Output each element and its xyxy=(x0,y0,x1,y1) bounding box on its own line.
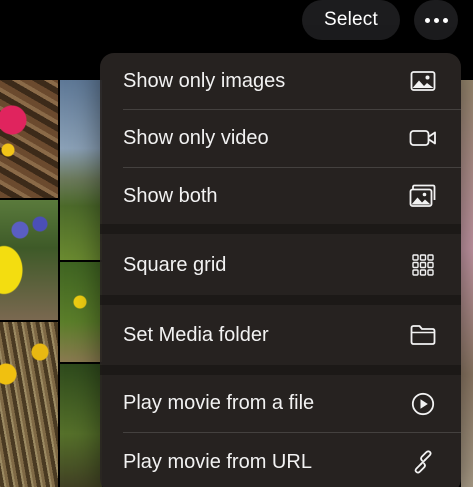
photo-thumbnail[interactable] xyxy=(60,262,102,362)
menu-section-gap xyxy=(100,224,461,234)
photo-thumbnail[interactable] xyxy=(60,80,102,260)
folder-icon xyxy=(409,321,437,349)
menu-item-label: Play movie from URL xyxy=(123,450,312,473)
photo-thumbnail[interactable] xyxy=(461,80,473,487)
photo-icon xyxy=(409,67,437,95)
photo-thumbnail[interactable] xyxy=(0,80,58,198)
photo-stack-icon xyxy=(409,182,437,210)
menu-item-label: Play movie from a file xyxy=(123,392,315,414)
select-button[interactable]: Select xyxy=(302,0,400,40)
link-icon xyxy=(409,448,437,476)
menu-section-gap xyxy=(100,295,461,305)
menu-item-show-both[interactable]: Show both xyxy=(100,168,461,224)
photo-thumbnail[interactable] xyxy=(60,364,102,487)
options-menu: Show only images Show only video Show bo… xyxy=(100,53,461,487)
menu-item-play-movie-from-file[interactable]: Play movie from a file xyxy=(100,375,461,432)
photo-thumbnail[interactable] xyxy=(0,200,58,320)
play-circle-icon xyxy=(409,390,437,418)
menu-item-show-only-video[interactable]: Show only video xyxy=(100,110,461,166)
grid-icon xyxy=(409,251,437,279)
menu-section-gap xyxy=(100,365,461,375)
menu-item-label: Show only images xyxy=(123,69,286,92)
menu-item-label: Show both xyxy=(123,184,218,207)
ellipsis-icon xyxy=(424,17,430,23)
ellipsis-icon xyxy=(442,17,448,23)
ellipsis-icon xyxy=(433,17,439,23)
menu-item-square-grid[interactable]: Square grid xyxy=(100,235,461,295)
menu-item-show-only-images[interactable]: Show only images xyxy=(100,53,461,109)
menu-item-set-media-folder[interactable]: Set Media folder xyxy=(100,305,461,365)
menu-item-play-movie-from-url[interactable]: Play movie from URL xyxy=(100,433,461,487)
menu-item-label: Set Media folder xyxy=(123,323,269,346)
photo-thumbnail[interactable] xyxy=(0,322,58,487)
menu-item-label: Show only video xyxy=(123,126,269,149)
menu-item-label: Square grid xyxy=(123,253,227,276)
more-options-button[interactable] xyxy=(414,0,458,40)
video-camera-icon xyxy=(409,124,437,152)
